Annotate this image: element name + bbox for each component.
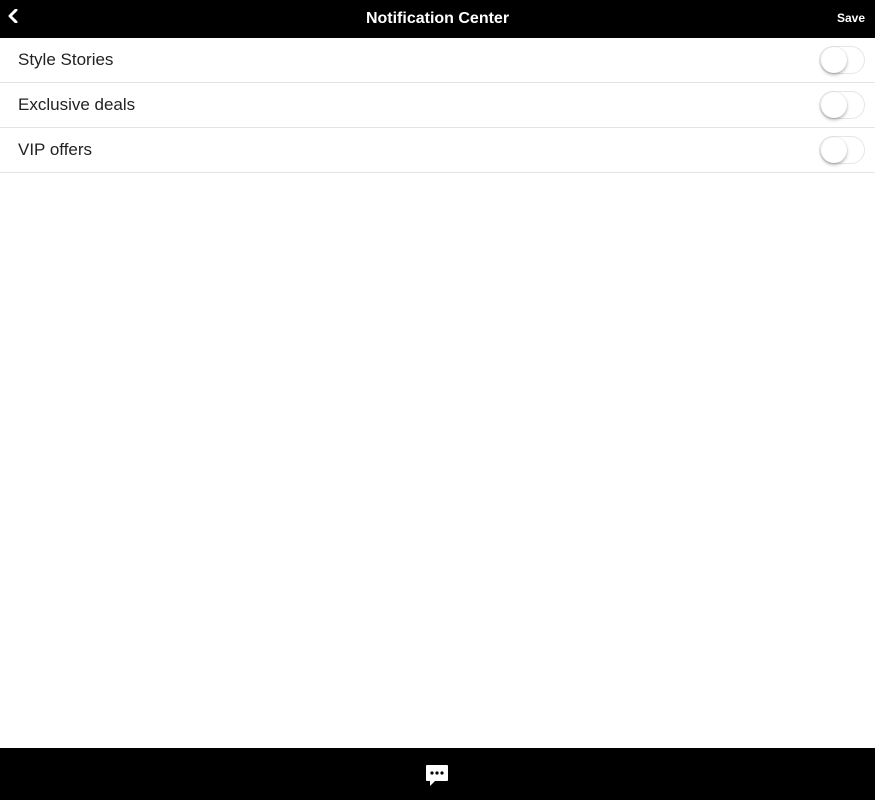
exclusive-deals-toggle[interactable] — [819, 91, 865, 119]
toggle-knob — [821, 92, 847, 118]
setting-label: Exclusive deals — [18, 95, 136, 114]
toggle-knob — [821, 47, 847, 73]
style-stories-toggle[interactable] — [819, 46, 865, 74]
top-bar: Notification Center Save — [0, 0, 875, 38]
save-button[interactable]: Save — [837, 0, 865, 38]
back-button[interactable] — [4, 6, 22, 26]
setting-row-vip-offers: VIP offers — [0, 128, 875, 173]
setting-row-exclusive-deals: Exclusive deals — [0, 83, 875, 128]
page-title: Notification Center — [365, 10, 510, 27]
vip-offers-toggle[interactable] — [819, 136, 865, 164]
chat-button[interactable] — [424, 762, 450, 788]
chat-bubble-icon — [426, 765, 448, 786]
notification-settings-list: Style Stories Exclusive deals VIP offers — [0, 38, 875, 173]
chevron-left-icon — [8, 9, 18, 23]
setting-row-style-stories: Style Stories — [0, 38, 875, 83]
setting-label: Style Stories — [18, 50, 114, 69]
bottom-bar — [0, 748, 875, 800]
toggle-knob — [821, 137, 847, 163]
setting-label: VIP offers — [18, 140, 93, 159]
